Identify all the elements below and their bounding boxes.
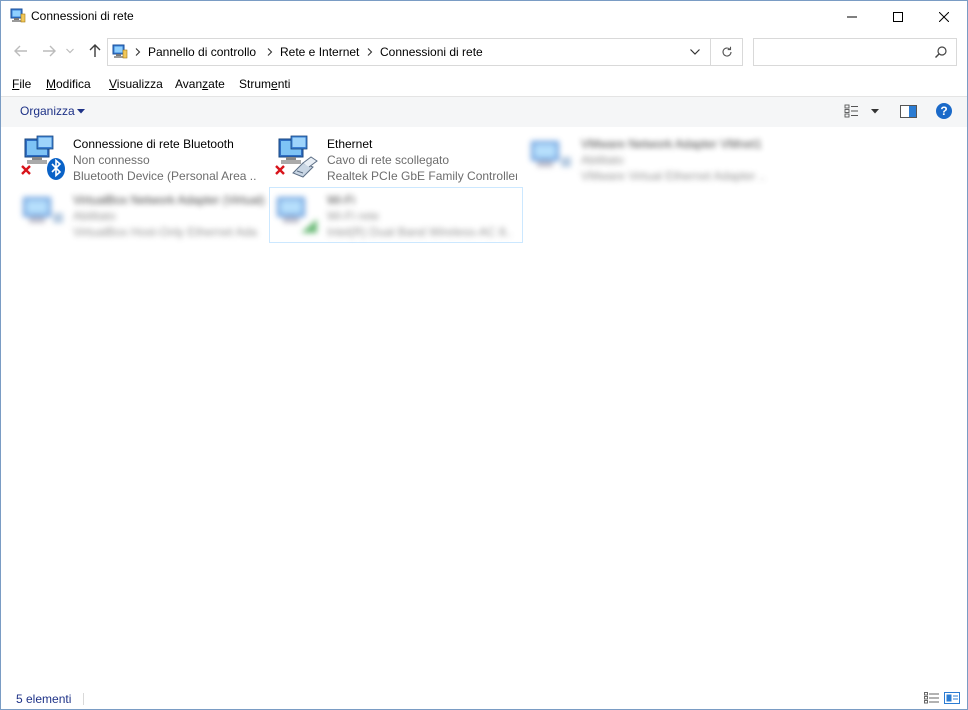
address-history-button[interactable] <box>682 39 708 65</box>
recent-locations-button[interactable] <box>65 43 75 59</box>
connection-device: VMware Virtual Ethernet Adapter ... <box>581 169 765 183</box>
connection-ethernet[interactable]: Ethernet Cavo di rete scollegato Realtek… <box>273 129 523 183</box>
connection-name: Wi-Fi <box>327 193 355 207</box>
menu-file-label: ile <box>19 77 32 91</box>
network-adapter-icon <box>531 141 571 167</box>
refresh-button[interactable] <box>710 39 743 65</box>
connection-device: VirtualBox Host-Only Ethernet Adapter <box>73 225 257 239</box>
close-button[interactable] <box>921 1 967 32</box>
connection-status: Non connesso <box>73 153 150 167</box>
up-button[interactable] <box>87 43 103 59</box>
connection-virtual-adapter[interactable]: VirtualBox Network Adapter (Virtual) Abi… <box>19 185 269 239</box>
maximize-icon <box>893 11 903 22</box>
chevron-right-icon <box>135 48 141 56</box>
search-icon <box>935 46 947 58</box>
menu-strumenti-pre: Strum <box>239 77 272 91</box>
connection-name: Connessione di rete Bluetooth <box>73 137 234 151</box>
connection-name: Ethernet <box>327 137 373 151</box>
connection-wifi[interactable]: Wi-Fi Wi-Fi rete Intel(R) Dual Band Wire… <box>273 185 523 239</box>
connection-device: Realtek PCIe GbE Family Controller <box>327 169 517 183</box>
connections-view: Connessione di rete Bluetooth Non connes… <box>1 127 967 683</box>
title-bar: Connessioni di rete <box>1 1 967 32</box>
network-ethernet-icon <box>275 135 318 178</box>
connection-name: VirtualBox Network Adapter (Virtual) <box>73 193 265 207</box>
breadcrumb-network-connections[interactable]: Connessioni di rete <box>380 45 483 59</box>
details-view-icon[interactable] <box>924 692 940 704</box>
menu-strumenti-label: nti <box>277 77 291 91</box>
help-icon[interactable]: ? <box>936 103 952 119</box>
connection-status: Wi-Fi rete <box>327 209 379 223</box>
menu-strumenti[interactable]: Strumenti <box>239 77 290 91</box>
arrow-up-icon <box>89 44 101 57</box>
chevron-right-icon[interactable] <box>366 48 374 56</box>
connection-status: Abilitato <box>73 209 116 223</box>
minimize-icon <box>847 16 857 17</box>
menu-strumenti-key: e <box>271 77 278 91</box>
menu-file[interactable]: File <box>12 77 31 91</box>
status-bar: 5 elementi <box>1 687 967 709</box>
connection-name: VMware Network Adapter VMnet1 <box>581 137 762 151</box>
menu-avanzate[interactable]: Avanzate <box>175 77 225 91</box>
menu-modifica[interactable]: Modifica <box>46 77 91 91</box>
caret-down-icon[interactable] <box>871 109 879 114</box>
connection-status: Abilitato <box>581 153 624 167</box>
status-divider <box>83 693 84 705</box>
menu-modifica-label: odifica <box>56 77 91 91</box>
menu-bar: File Modifica Visualizza Avanzate Strume… <box>1 74 967 95</box>
connection-status: Cavo di rete scollegato <box>327 153 450 167</box>
network-wifi-icon <box>277 197 317 233</box>
menu-modifica-key: M <box>46 77 56 91</box>
search-input[interactable] <box>753 38 957 66</box>
large-icons-view-icon[interactable] <box>944 692 960 704</box>
connection-device: Bluetooth Device (Personal Area ... <box>73 169 257 183</box>
forward-button[interactable] <box>41 43 57 59</box>
connection-device: Intel(R) Dual Band Wireless-AC 8... <box>327 225 511 239</box>
chevron-down-icon <box>690 49 700 55</box>
address-bar[interactable]: Pannello di controllo Rete e Internet Co… <box>107 38 743 66</box>
network-adapter-icon <box>23 197 63 223</box>
menu-visualizza-key: V <box>109 77 117 91</box>
preview-pane-icon[interactable] <box>900 105 918 119</box>
chevron-down-icon <box>66 48 74 54</box>
caret-down-icon[interactable] <box>77 109 85 114</box>
item-count: 5 elementi <box>16 692 72 706</box>
window-title: Connessioni di rete <box>31 9 134 23</box>
menu-avanzate-pre: Avan <box>175 77 203 91</box>
back-button[interactable] <box>13 43 29 59</box>
network-bluetooth-icon <box>21 135 65 180</box>
command-bar: Organizza ? <box>1 96 967 127</box>
network-connections-icon <box>10 8 26 23</box>
breadcrumb-control-panel[interactable]: Pannello di controllo <box>148 45 256 59</box>
connection-bluetooth[interactable]: Connessione di rete Bluetooth Non connes… <box>19 129 269 183</box>
menu-visualizza[interactable]: Visualizza <box>109 77 163 91</box>
connection-virtual-adapter[interactable]: VMware Network Adapter VMnet1 Abilitato … <box>527 129 777 183</box>
maximize-button[interactable] <box>875 1 921 32</box>
arrow-right-icon <box>43 45 56 57</box>
organize-button[interactable]: Organizza <box>20 104 75 118</box>
menu-avanzate-label: ate <box>208 77 225 91</box>
refresh-icon <box>722 46 732 57</box>
control-panel-icon <box>112 44 128 59</box>
explorer-window: Connessioni di rete Pannello di controll… <box>0 0 968 710</box>
arrow-left-icon <box>14 45 27 57</box>
menu-visualizza-label: isualizza <box>116 77 163 91</box>
navigation-bar: Pannello di controllo Rete e Internet Co… <box>1 35 967 69</box>
minimize-button[interactable] <box>829 1 875 32</box>
close-icon <box>939 11 949 22</box>
change-view-icon[interactable] <box>844 104 862 118</box>
chevron-right-icon[interactable] <box>266 48 274 56</box>
breadcrumb-network-internet[interactable]: Rete e Internet <box>280 45 359 59</box>
